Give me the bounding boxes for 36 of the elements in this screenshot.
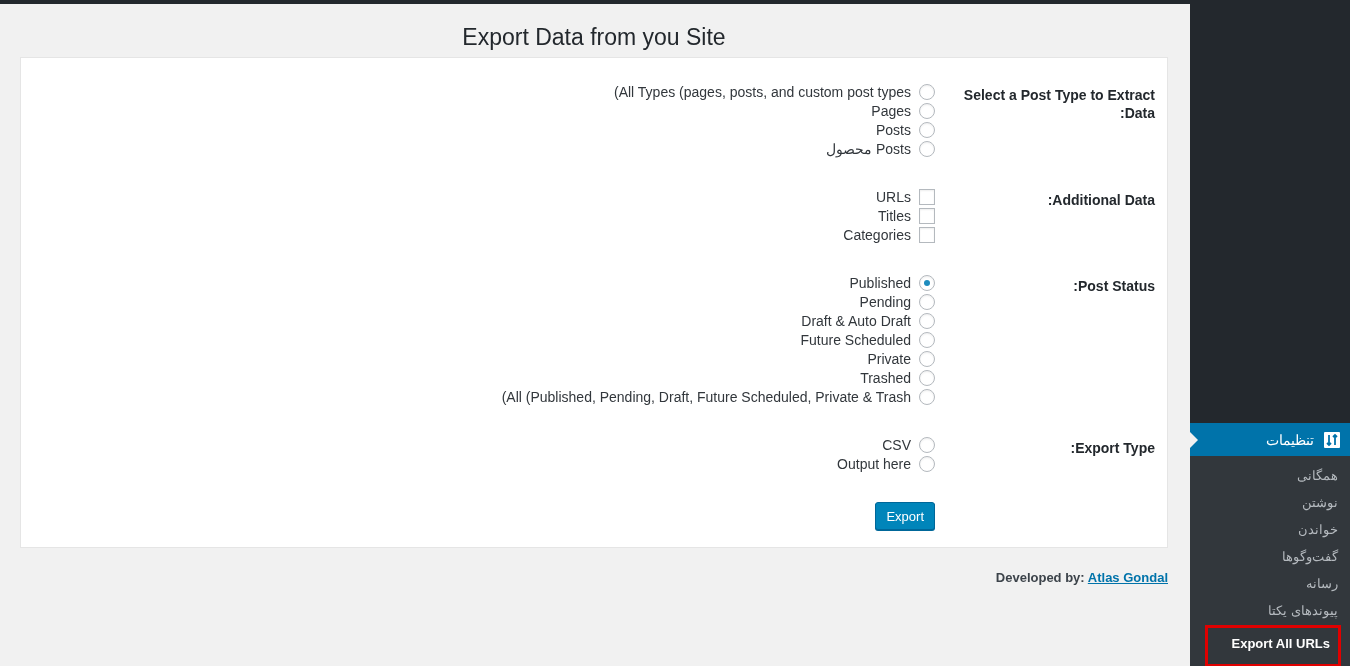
submenu-item[interactable]: گفت‌وگوها bbox=[1190, 543, 1350, 570]
submenu-item[interactable]: خواندن bbox=[1190, 516, 1350, 543]
option-label: URLs bbox=[876, 188, 911, 205]
option-label: Private bbox=[867, 350, 911, 367]
page-title: Export Data from you Site bbox=[461, 24, 727, 51]
option-label: Published bbox=[849, 274, 911, 291]
option-label: Posts bbox=[876, 121, 911, 138]
option-label: (All Types (pages, posts, and custom post types bbox=[614, 83, 911, 100]
field-label: :Post Status bbox=[1072, 277, 1155, 296]
option-label: Categories bbox=[843, 226, 911, 243]
submenu-item[interactable]: همگانی bbox=[1190, 462, 1350, 489]
field-label: Select a Post Type to Extract :Data bbox=[962, 86, 1155, 123]
option-label: Pages bbox=[871, 102, 911, 119]
option-label: (All (Published, Pending, Draft, Future Scheduled, Private & Trash bbox=[501, 388, 911, 405]
submenu-item[interactable]: رسانه bbox=[1190, 570, 1350, 597]
author-link[interactable]: Atlas Gondal bbox=[1087, 570, 1168, 585]
option-label: Output here bbox=[837, 455, 911, 472]
option-label: Future Scheduled bbox=[800, 331, 911, 348]
developer-credit: Developed by: bbox=[995, 570, 1085, 585]
settings-icon bbox=[1324, 431, 1340, 448]
settings-menu-item[interactable]: تنظیمات bbox=[1190, 423, 1350, 456]
field-label: :Export Type bbox=[1069, 439, 1155, 458]
option-label: Titles bbox=[878, 207, 911, 224]
option-label: Trashed bbox=[860, 369, 911, 386]
checkbox[interactable] bbox=[919, 207, 935, 224]
option-label: Pending bbox=[859, 293, 911, 310]
export-button[interactable]: Export bbox=[875, 502, 935, 530]
checkbox[interactable] bbox=[919, 188, 935, 205]
submenu-item[interactable]: Export All URLs bbox=[1206, 626, 1340, 666]
option-label: CSV bbox=[882, 436, 911, 453]
option-label: محصول Posts bbox=[826, 140, 911, 157]
option-label: Draft & Auto Draft bbox=[801, 312, 911, 329]
checkbox[interactable] bbox=[919, 226, 935, 243]
submenu-item[interactable]: نوشتن bbox=[1190, 489, 1350, 516]
submenu-item[interactable]: پیوندهای یکتا bbox=[1190, 597, 1350, 624]
field-label: :Additional Data bbox=[1046, 191, 1155, 210]
